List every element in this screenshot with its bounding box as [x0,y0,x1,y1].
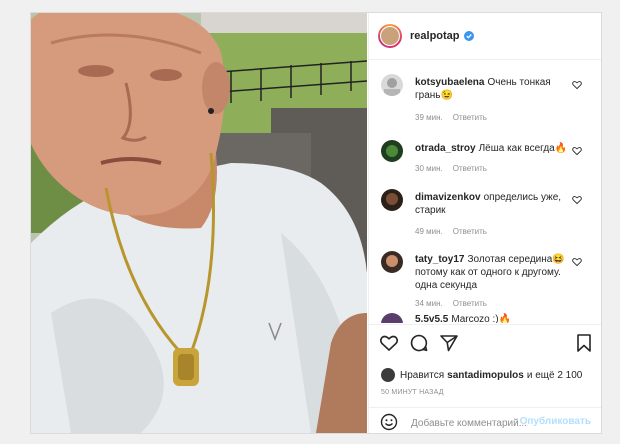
reply-button[interactable]: Ответить [453,227,487,236]
commenter-avatar[interactable] [381,74,403,96]
instagram-post: realpotap kotsyubaelena Очень тонкая гран… [30,12,602,434]
comment-text-block: taty_toy17 Золотая середина😆 потому как о… [415,253,573,292]
smiley-icon[interactable] [380,413,398,431]
comment-like-heart-icon[interactable] [572,80,582,90]
likes-prefix: Нравится [400,369,445,381]
comment-time: 49 мин. [415,227,443,236]
heart-icon[interactable] [379,333,399,353]
commenter-avatar[interactable] [381,313,403,323]
author-avatar-image [380,26,400,46]
commenter-avatar-image [384,78,400,96]
comment-like-heart-icon[interactable] [572,195,582,205]
reply-button[interactable]: Ответить [453,113,487,122]
comment-time: 39 мин. [415,113,443,122]
commenter-avatar[interactable] [381,251,403,273]
commenter-avatar-image [386,255,398,267]
comment-text-block: 5.5v5.5 Marcozo :)🔥 [415,313,573,323]
author-avatar[interactable] [378,24,402,48]
comment-username[interactable]: dimavizenkov [415,192,481,203]
reply-button[interactable]: Ответить [453,164,487,173]
commenter-avatar-image [386,145,398,157]
comment-meta: 34 мин. Ответить [415,299,497,308]
comment-text: Marcozo :)🔥 [451,314,512,323]
comment-username[interactable]: 5.5v5.5 [415,314,448,323]
post-sidebar: realpotap kotsyubaelena Очень тонкая гран… [368,13,601,433]
comment-like-heart-icon[interactable] [572,146,582,156]
author-username[interactable]: realpotap [410,30,460,42]
likes-count[interactable]: и ещё 2 100 [527,370,583,381]
comment-text-block: otrada_stroy Лёша как всегда🔥 [415,142,573,155]
bookmark-icon[interactable] [574,333,594,353]
liker-avatar[interactable] [381,368,395,382]
comment-time: 30 мин. [415,164,443,173]
comment-meta: 30 мин. Ответить [415,164,497,173]
post-timestamp[interactable]: 50 МИНУТ НАЗАД [381,389,444,396]
add-comment-bar: Опубликовать [369,407,601,433]
post-actions: Нравится santadimopulos и ещё 2 100 50 М… [369,324,601,433]
reply-button[interactable]: Ответить [453,299,487,308]
verified-badge-icon [463,31,474,41]
likes-summary: Нравится santadimopulos и ещё 2 100 [381,368,582,382]
commenter-avatar-image [386,193,398,205]
comment-meta: 39 мин. Ответить [415,113,497,122]
post-photo[interactable] [31,13,367,433]
comment-icon[interactable] [409,333,429,353]
commenter-avatar[interactable] [381,189,403,211]
publish-button[interactable]: Опубликовать [520,416,591,427]
comment-username[interactable]: kotsyubaelena [415,77,484,88]
post-header: realpotap [369,13,601,60]
liker-username[interactable]: santadimopulos [447,370,524,381]
comment-text-block: dimavizenkov определись уже, старик [415,191,573,217]
comment-meta: 49 мин. Ответить [415,227,497,236]
comment-time: 34 мин. [415,299,443,308]
comment-username[interactable]: otrada_stroy [415,143,476,154]
commenter-avatar[interactable] [381,140,403,162]
comment-username[interactable]: taty_toy17 [415,254,464,265]
comment-like-heart-icon[interactable] [572,257,582,267]
comment-text: Лёша как всегда🔥 [478,143,568,154]
comment-text-block: kotsyubaelena Очень тонкая грань😉 [415,76,573,102]
paper-plane-icon[interactable] [439,333,459,353]
comments-list[interactable]: kotsyubaelena Очень тонкая грань😉 39 мин.… [369,60,601,323]
